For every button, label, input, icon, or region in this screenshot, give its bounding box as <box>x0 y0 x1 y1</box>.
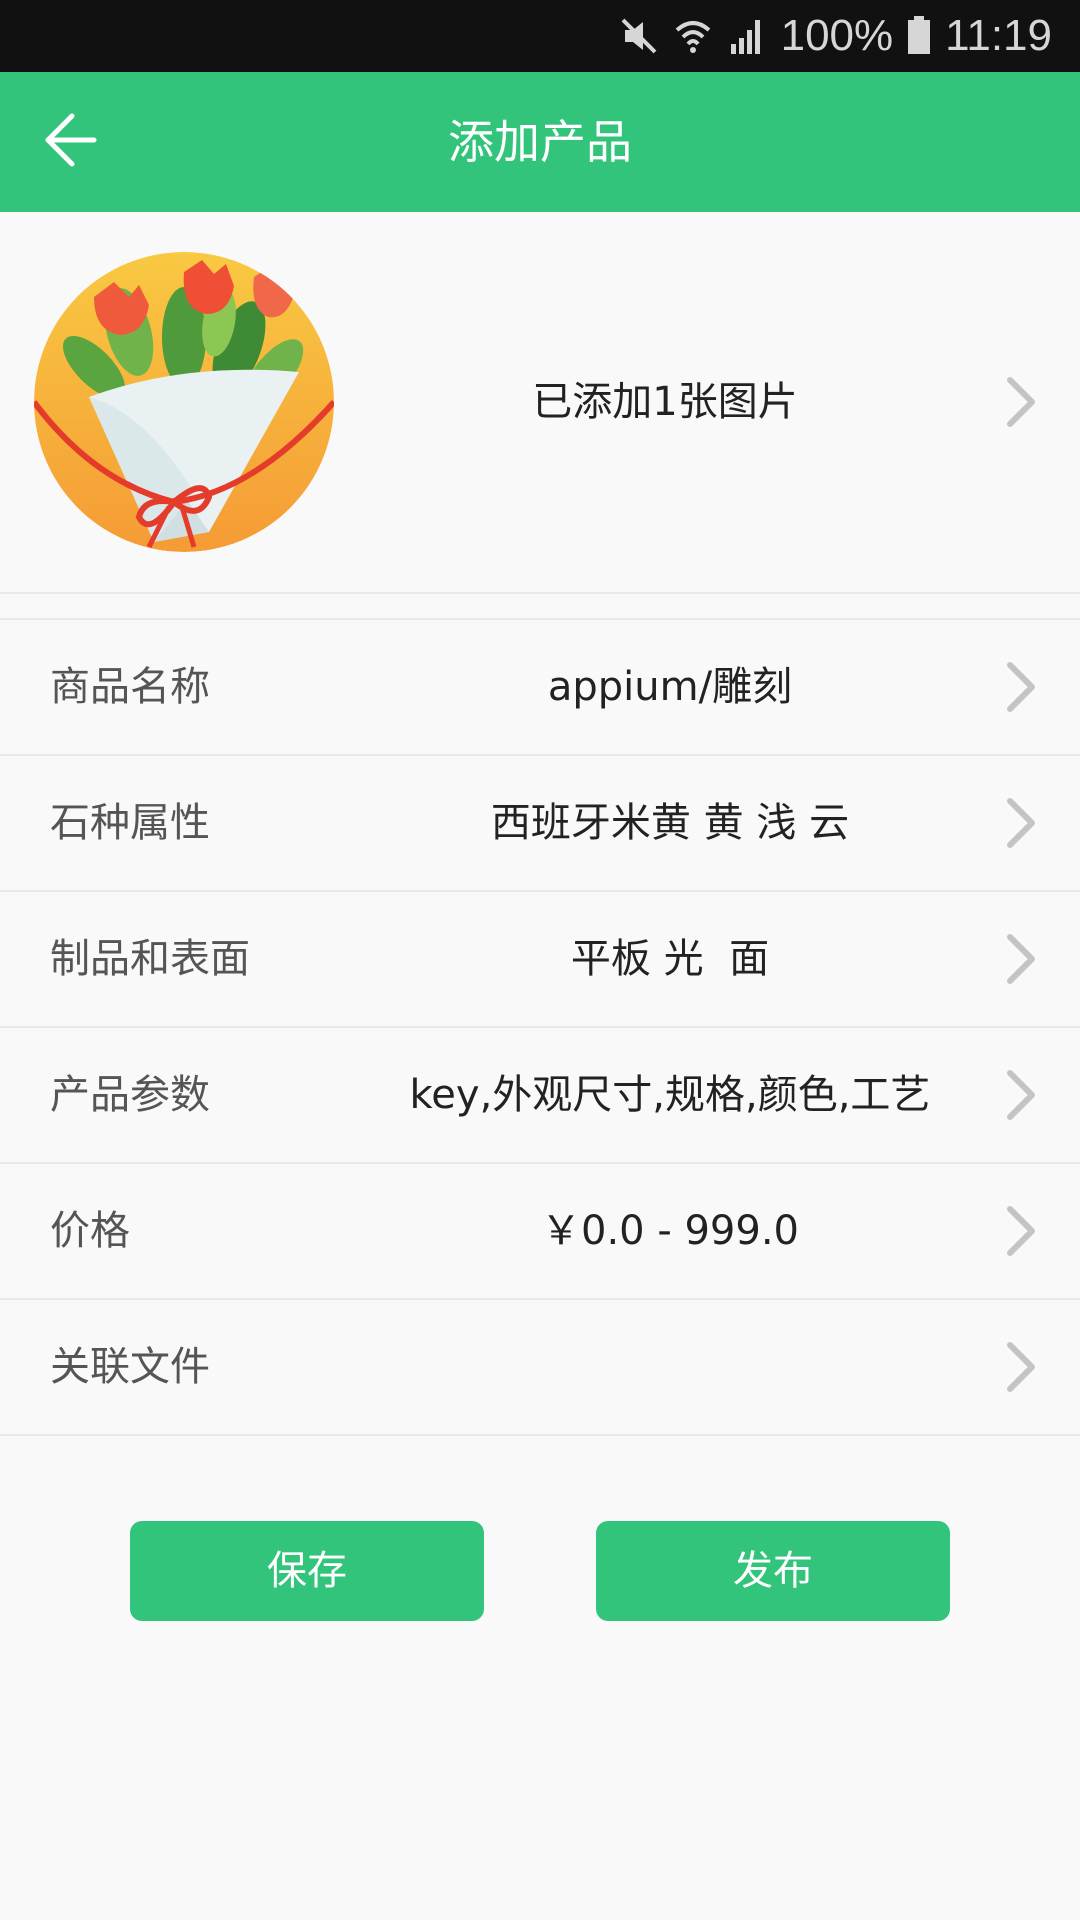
save-button[interactable]: 保存 <box>130 1521 484 1621</box>
row-value: 西班牙米黄 黄 浅 云 <box>490 800 850 846</box>
row-value: key,外观尺寸,规格,颜色,工艺 <box>409 1072 931 1118</box>
publish-button[interactable]: 发布 <box>596 1521 950 1621</box>
signal-icon <box>727 16 767 56</box>
row-value: appium/雕刻 <box>547 664 793 710</box>
row-value: ￥0.0 - 999.0 <box>541 1208 799 1254</box>
page-title: 添加产品 <box>448 115 632 169</box>
row-label: 石种属性 <box>50 800 210 846</box>
row-label: 商品名称 <box>50 664 210 710</box>
row-label: 价格 <box>50 1208 130 1254</box>
battery-percent: 100% <box>780 11 894 60</box>
chevron-right-icon <box>1000 1201 1040 1261</box>
battery-icon <box>907 16 931 56</box>
chevron-right-icon <box>1000 1337 1040 1397</box>
row-related-files[interactable]: 关联文件 <box>0 1300 1080 1436</box>
wifi-icon <box>673 16 713 56</box>
row-product-name[interactable]: 商品名称 appium/雕刻 <box>0 620 1080 756</box>
product-thumbnail[interactable] <box>34 252 334 552</box>
chevron-right-icon <box>1000 793 1040 853</box>
image-picker-row[interactable]: 已添加1张图片 <box>0 212 1080 594</box>
chevron-right-icon <box>1000 372 1040 432</box>
app-bar: 添加产品 <box>0 72 1080 212</box>
mute-icon <box>619 16 659 56</box>
chevron-right-icon <box>1000 657 1040 717</box>
clock: 11:19 <box>945 11 1052 60</box>
row-product-params[interactable]: 产品参数 key,外观尺寸,规格,颜色,工艺 <box>0 1028 1080 1164</box>
row-price[interactable]: 价格 ￥0.0 - 999.0 <box>0 1164 1080 1300</box>
row-product-surface[interactable]: 制品和表面 平板 光 面 <box>0 892 1080 1028</box>
row-value: 平板 光 面 <box>570 936 770 982</box>
row-stone-attribute[interactable]: 石种属性 西班牙米黄 黄 浅 云 <box>0 756 1080 892</box>
row-label: 产品参数 <box>50 1072 210 1118</box>
chevron-right-icon <box>1000 929 1040 989</box>
image-count-text: 已添加1张图片 <box>532 379 798 425</box>
row-value <box>340 1300 1000 1434</box>
row-label: 制品和表面 <box>50 936 250 982</box>
row-label: 关联文件 <box>50 1344 210 1390</box>
chevron-right-icon <box>1000 1065 1040 1125</box>
flower-bouquet-image <box>34 252 334 552</box>
status-bar: 100% 11:19 <box>0 0 1080 72</box>
status-icons: 100% 11:19 <box>619 0 1052 72</box>
